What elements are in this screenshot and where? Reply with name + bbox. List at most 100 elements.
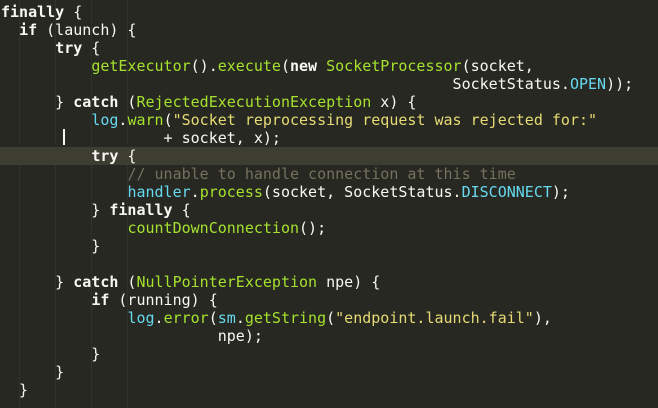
code-token: process [199,183,263,201]
code-line-text: SocketStatus.OPEN)); [1,75,634,93]
code-line-20[interactable]: } [0,345,658,363]
code-token: execute [217,57,281,75]
code-line-17[interactable]: if (running) { [0,291,658,309]
code-line-text: npe); [1,327,263,345]
code-line-2[interactable]: if (launch) { [0,21,658,39]
code-token: catch [73,273,119,291]
code-line-text: } [1,237,100,255]
code-token: SocketStatus. [1,75,570,93]
code-token: (launch) { [37,21,137,39]
code-line-15[interactable] [0,255,658,273]
code-line-13[interactable]: countDownConnection(); [0,219,658,237]
code-token: "Socket reprocessing request was rejecte… [172,111,598,129]
code-token: (running) { [109,291,218,309]
code-token: RejectedExecutionException [136,93,372,111]
code-token: . [154,309,164,327]
code-token: ( [118,93,137,111]
code-token: (). [190,57,218,75]
code-line-18[interactable]: log.error(sm.getString("endpoint.launch.… [0,309,658,327]
code-line-7[interactable]: log.warn("Socket reprocessing request wa… [0,111,658,129]
code-line-text: try { [1,39,100,57]
code-line-text: log.warn("Socket reprocessing request wa… [1,111,597,129]
code-line-text: } [1,363,64,381]
code-line-6[interactable]: } catch (RejectedExecutionException x) { [0,93,658,111]
code-token: if [91,291,110,309]
code-token: )); [606,75,634,93]
code-line-10[interactable]: // unable to handle connection at this t… [0,165,658,183]
code-line-5[interactable]: SocketStatus.OPEN)); [0,75,658,93]
code-token: { [64,3,83,21]
code-line-text: // unable to handle connection at this t… [1,165,516,183]
code-line-text: if (running) { [1,291,218,309]
code-token: new [290,57,318,75]
code-token: try [55,39,83,57]
code-token: (socket, SocketStatus. [262,183,462,201]
code-token: ( [118,273,137,291]
code-token: finally [1,3,65,21]
code-token: log [127,309,155,327]
code-line-text: finally { [1,3,82,21]
code-line-14[interactable]: } [0,237,658,255]
code-token: NullPointerException [136,273,318,291]
code-token: ), [533,309,552,327]
code-token: SocketProcessor [326,57,462,75]
code-line-text: if (launch) { [1,21,136,39]
code-token: finally [109,201,173,219]
text-cursor [63,129,65,145]
code-token: OPEN [569,75,607,93]
code-token: getString [244,309,327,327]
code-line-3[interactable]: try { [0,39,658,57]
code-line-text: handler.process(socket, SocketStatus.DIS… [1,183,570,201]
code-token: (socket, [461,57,534,75]
code-line-16[interactable]: } catch (NullPointerException npe) { [0,273,658,291]
code-line-8[interactable]: + socket, x); [0,129,658,147]
code-token: // unable to handle connection at this t… [127,165,516,183]
code-line-11[interactable]: handler.process(socket, SocketStatus.DIS… [0,183,658,201]
code-token: (); [299,219,327,237]
code-token: } [1,237,101,255]
code-line-4[interactable]: getExecutor().execute(new SocketProcesso… [0,57,658,75]
code-editor[interactable]: finally { if (launch) { try { getExecuto… [0,0,658,408]
code-token: ( [163,111,173,129]
code-line-21[interactable]: } [0,363,658,381]
code-token: } [1,363,65,381]
code-token: ( [208,309,218,327]
code-line-text: countDownConnection(); [1,219,326,237]
code-line-text: + socket, x); [1,129,281,147]
code-line-text: log.error(sm.getString("endpoint.launch.… [1,309,552,327]
code-token: . [235,309,245,327]
code-token: ); [551,183,570,201]
code-token: catch [73,93,119,111]
code-token: npe); [1,327,263,345]
code-token: } [1,93,74,111]
code-line-text: } catch (NullPointerException npe) { [1,273,380,291]
code-token: error [163,309,209,327]
code-token: { [118,147,137,165]
code-token: handler [127,183,191,201]
code-token: } [1,201,110,219]
code-token: DISCONNECT [461,183,552,201]
code-line-12[interactable]: } finally { [0,201,658,219]
code-token: x) { [371,93,417,111]
code-token: } [1,273,74,291]
code-token: "endpoint.launch.fail" [335,309,534,327]
code-line-19[interactable]: npe); [0,327,658,345]
code-line-1[interactable]: finally { [0,3,658,21]
code-token: ( [280,57,290,75]
code-token: countDownConnection [127,219,300,237]
code-token: } [1,381,29,399]
code-line-9[interactable]: try { [0,147,658,165]
code-line-text: } catch (RejectedExecutionException x) { [1,93,416,111]
code-token: if [19,21,38,39]
code-line-text: } finally { [1,201,190,219]
code-line-22[interactable]: } [0,381,658,399]
